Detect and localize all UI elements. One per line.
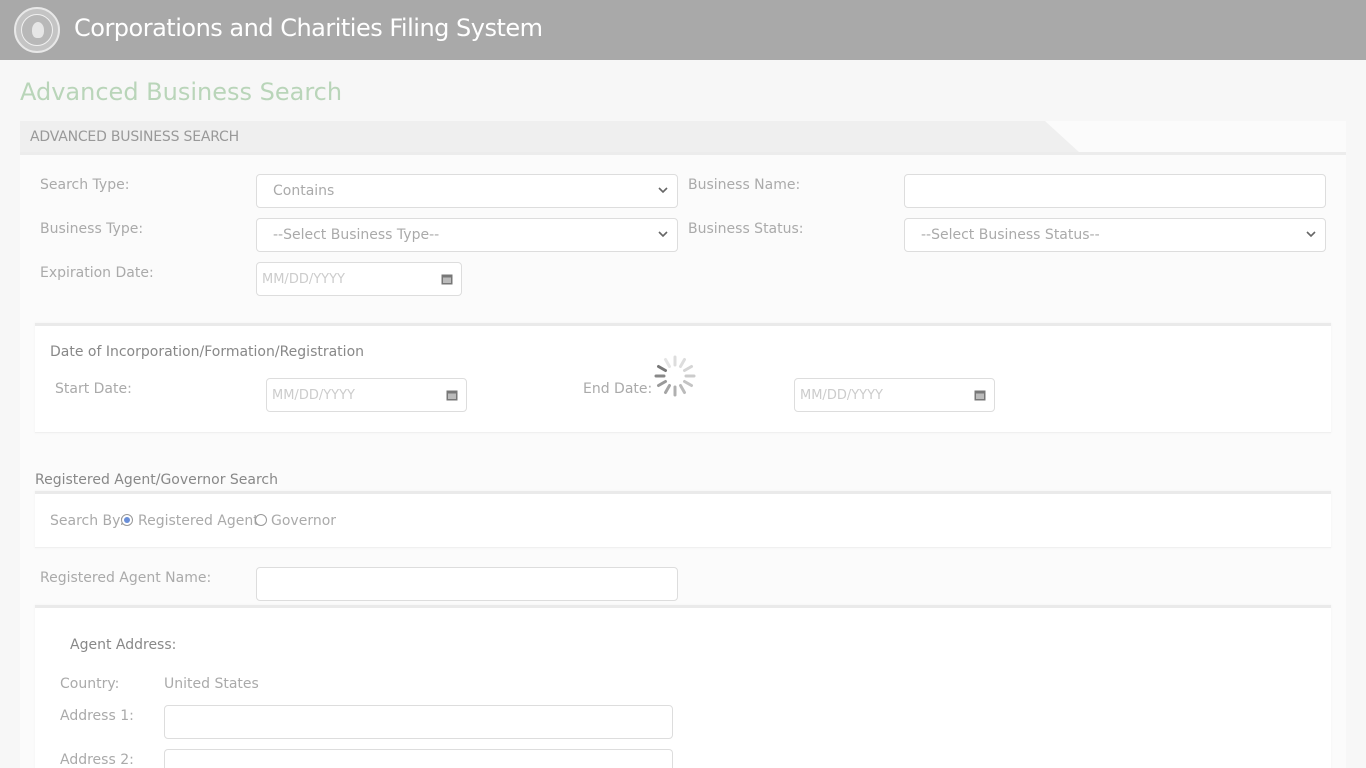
incorporation-heading: Date of Incorporation/Formation/Registra…: [50, 344, 365, 360]
app-title[interactable]: Corporations and Charities Filing System: [74, 14, 543, 42]
business-status-label: Business Status:: [688, 221, 804, 237]
agent-name-input[interactable]: [256, 567, 678, 601]
address1-input[interactable]: [164, 705, 673, 739]
expiration-date-input[interactable]: MM/DD/YYYY: [256, 262, 462, 296]
chevron-down-icon: [1306, 231, 1316, 238]
business-status-value: --Select Business Status--: [921, 227, 1100, 243]
chevron-down-icon: [658, 231, 668, 238]
end-date-input[interactable]: MM/DD/YYYY: [794, 378, 995, 412]
loading-spinner-icon: [654, 355, 696, 397]
expiration-date-label: Expiration Date:: [40, 265, 154, 281]
address2-input[interactable]: [164, 749, 673, 768]
address1-label: Address 1:: [60, 708, 134, 724]
calendar-icon[interactable]: [441, 273, 453, 285]
page-title: Advanced Business Search: [20, 78, 343, 106]
start-date-placeholder: MM/DD/YYYY: [272, 388, 355, 403]
state-seal-icon[interactable]: [14, 7, 60, 53]
business-name-input[interactable]: [904, 174, 1326, 208]
business-status-select[interactable]: --Select Business Status--: [904, 218, 1326, 252]
search-by-label: Search By:: [50, 513, 125, 529]
panel-divider: [20, 152, 1346, 155]
business-name-label: Business Name:: [688, 177, 801, 193]
country-label: Country:: [60, 676, 120, 692]
search-type-label: Search Type:: [40, 177, 130, 193]
governor-option-label[interactable]: Governor: [271, 513, 336, 529]
registered-agent-option-label[interactable]: Registered Agent: [138, 513, 259, 529]
registered-agent-radio[interactable]: [121, 514, 133, 526]
search-type-select[interactable]: Contains: [256, 174, 678, 208]
agent-name-label: Registered Agent Name:: [40, 570, 212, 586]
search-type-value: Contains: [273, 183, 335, 199]
end-date-label: End Date:: [583, 381, 653, 397]
end-date-placeholder: MM/DD/YYYY: [800, 388, 883, 403]
expiration-date-placeholder: MM/DD/YYYY: [262, 272, 345, 287]
country-value: United States: [164, 676, 259, 692]
chevron-down-icon: [658, 187, 668, 194]
panel-tab-label: ADVANCED BUSINESS SEARCH: [30, 129, 239, 145]
header-bar: Corporations and Charities Filing System: [0, 0, 1366, 60]
calendar-icon[interactable]: [446, 389, 458, 401]
start-date-input[interactable]: MM/DD/YYYY: [266, 378, 467, 412]
business-type-value: --Select Business Type--: [273, 227, 440, 243]
governor-radio[interactable]: [255, 514, 267, 526]
business-type-select[interactable]: --Select Business Type--: [256, 218, 678, 252]
start-date-label: Start Date:: [55, 381, 132, 397]
business-type-label: Business Type:: [40, 221, 144, 237]
agent-search-heading: Registered Agent/Governor Search: [35, 472, 279, 488]
address2-label: Address 2:: [60, 752, 134, 768]
agent-address-heading: Agent Address:: [70, 637, 177, 653]
calendar-icon[interactable]: [974, 389, 986, 401]
